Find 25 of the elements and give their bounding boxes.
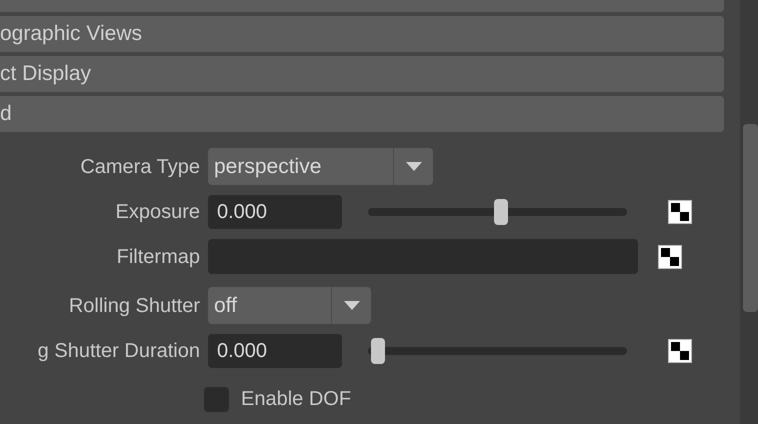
slider[interactable] xyxy=(368,338,627,364)
number-field[interactable]: 0.000 xyxy=(208,194,342,228)
caret-icon xyxy=(406,162,422,171)
field-label: Camera Type xyxy=(80,154,200,180)
dropdown[interactable]: perspective xyxy=(208,148,433,185)
slider-thumb[interactable] xyxy=(494,198,508,224)
slider[interactable] xyxy=(368,198,627,224)
slider-thumb[interactable] xyxy=(371,338,385,364)
section-header[interactable]: ographic Views xyxy=(0,16,724,52)
map-field[interactable] xyxy=(208,239,638,274)
field-label: g Shutter Duration xyxy=(38,338,200,364)
dropdown[interactable]: off xyxy=(208,287,371,324)
section-header[interactable]: ct Display xyxy=(0,56,724,92)
checker-icon[interactable] xyxy=(668,338,692,362)
scrollbar-thumb[interactable] xyxy=(743,124,758,312)
checkbox-label: Enable DOF xyxy=(241,387,352,412)
field-label: Rolling Shutter xyxy=(68,294,200,318)
checker-icon[interactable] xyxy=(668,200,692,224)
checkbox[interactable] xyxy=(204,386,229,412)
field-label: Filtermap xyxy=(116,244,200,270)
section-header[interactable]: d xyxy=(0,96,724,132)
number-field[interactable]: 0.000 xyxy=(208,334,342,368)
field-label: Exposure xyxy=(116,200,200,224)
caret-icon xyxy=(344,301,360,310)
checker-icon[interactable] xyxy=(658,244,682,268)
